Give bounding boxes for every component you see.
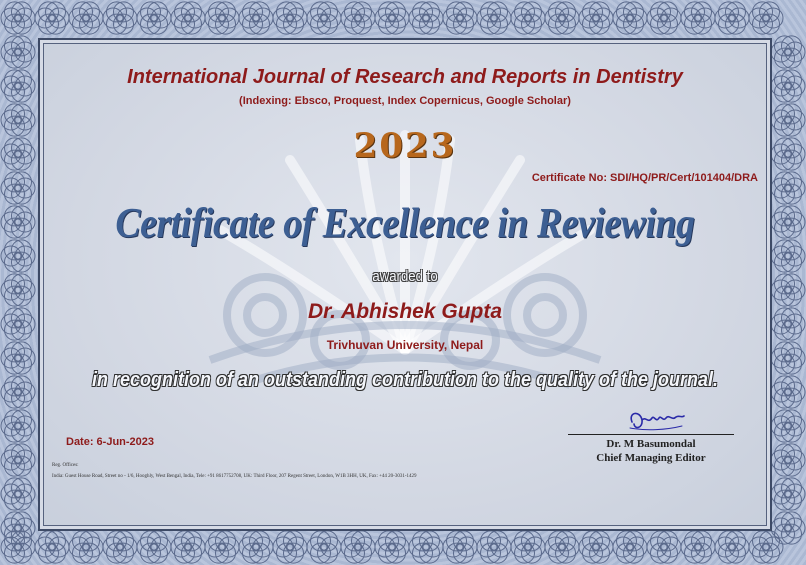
certificate: International Journal of Research and Re… [0,0,806,565]
recipient-name: Dr. Abhishek Gupta [307,300,503,323]
recognition-statement: in recognition of an outstanding contrib… [92,369,718,391]
certificate-year: 2023 [353,126,457,166]
journal-title: International Journal of Research and Re… [127,66,683,88]
certificate-panel: International Journal of Research and Re… [38,38,772,531]
office-address: India: Guest House Road, Street no - 1/6… [52,474,417,479]
signature-line [568,434,734,435]
reg-offices-label: Reg. Offices: [52,463,79,468]
editor-title: Chief Managing Editor [596,452,706,464]
indexing-info: (Indexing: Ebsco, Proquest, Index Copern… [239,95,571,107]
awarded-to-label: awarded to [372,268,438,285]
issue-date: Date: 6-Jun-2023 [66,436,155,448]
certificate-number: Certificate No: SDI/HQ/PR/Cert/101404/DR… [531,172,758,184]
editor-name: Dr. M Basumondal [606,438,696,450]
signature-icon [629,412,685,431]
recipient-affiliation: Trivhuvan University, Nepal [326,338,484,352]
certificate-title: Certificate of Excellence in Reviewing [115,201,695,247]
